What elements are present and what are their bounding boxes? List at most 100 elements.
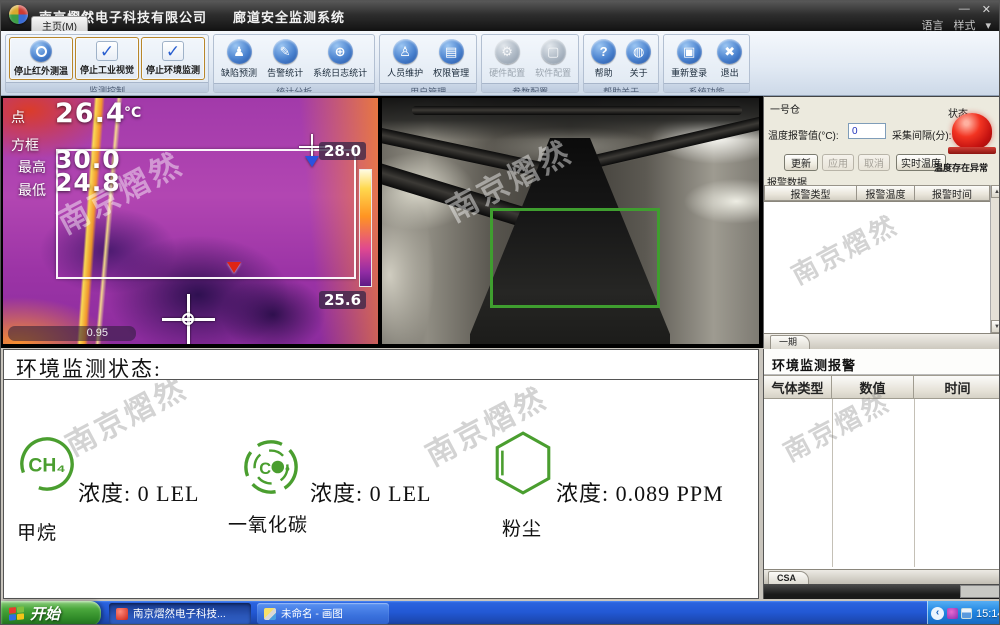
alarm-statistics-button[interactable]: ✎ 告警统计	[263, 37, 307, 81]
csa-tab-strip: CSA	[764, 569, 1000, 584]
taskbar-item-paint[interactable]: 未命名 - 画图	[257, 603, 389, 624]
thermal-camera-feed[interactable]: 南京熠然 点 26.4 °C 方框 最高 30.0 最低 24.8 28.0 2…	[3, 98, 378, 344]
personnel-maintain-button[interactable]: ♙ 人员维护	[383, 37, 427, 81]
alarm-col-time[interactable]: 报警时间	[915, 185, 990, 201]
temp-unit: °C	[124, 105, 141, 121]
help-button[interactable]: ? 帮助	[587, 37, 620, 81]
app-window: 南京熠然电子科技有限公司廊道安全监测系统 — ✕ 语言 样式 ▾ 主页(M) 停…	[0, 0, 1000, 625]
alarm-table-scrollbar[interactable]: ▲ ▼	[990, 185, 1000, 333]
resize-grip[interactable]	[960, 585, 1000, 598]
temp-alarm-input[interactable]	[848, 123, 886, 139]
alarm-lamp-base	[948, 147, 996, 154]
max-label: 最高	[18, 157, 46, 177]
tray-monitor-icon[interactable]	[961, 608, 972, 619]
svg-text:C: C	[259, 460, 271, 478]
ribbon-group-parameter-config: ⚙ 硬件配置 ▢ 软件配置 参数配置	[481, 34, 579, 93]
point-temp-value: 26.4	[55, 98, 126, 129]
alarm-lamp-icon	[952, 113, 992, 149]
paint-task-icon	[264, 608, 276, 620]
stop-infrared-button[interactable]: 停止红外测温	[9, 37, 73, 80]
group-label: 用户管理	[380, 83, 476, 93]
taskbar-clock: 15:14	[976, 608, 1000, 620]
permission-manage-button[interactable]: ▤ 权限管理	[429, 37, 473, 81]
point-label: 点	[11, 107, 25, 127]
env-alarm-title: 环境监测报警	[764, 349, 1000, 375]
bin-title: 一号仓	[770, 101, 800, 116]
taskbar-item-app[interactable]: 南京熠然电子科技...	[109, 603, 251, 624]
infrared-camera-icon	[30, 40, 52, 62]
ribbon-group-statistics: ♟ 缺陷预测 ✎ 告警统计 ⊕ 系统日志统计 统计分析	[213, 34, 375, 93]
env-alarm-panel: 环境监测报警 气体类型 数值 时间 南京熠然 CSA	[763, 349, 1000, 599]
scroll-up-icon[interactable]: ▲	[991, 185, 1000, 198]
pipe-overlay	[578, 114, 759, 172]
relogin-button[interactable]: ▣ 重新登录	[667, 37, 711, 81]
apply-button[interactable]: 应用	[822, 154, 854, 171]
exit-button[interactable]: ✖ 退出	[713, 37, 746, 81]
check-icon: ✓	[162, 41, 184, 61]
close-button[interactable]: ✕	[982, 3, 991, 16]
help-icon: ?	[591, 39, 616, 64]
syslog-statistics-icon: ⊕	[328, 39, 353, 64]
scroll-down-icon[interactable]: ▼	[991, 320, 1000, 333]
alarm-col-type[interactable]: 报警类型	[764, 185, 857, 201]
about-button[interactable]: ◍ 关于	[622, 37, 655, 81]
env-status-panel: 环境监测状态: 南京熠然 南京熠然 CH₄ 浓度: 0 LEL 甲烷 C	[3, 349, 759, 599]
time-col[interactable]: 时间	[914, 375, 1000, 399]
defect-prediction-icon: ♟	[227, 39, 252, 64]
methane-name: 甲烷	[17, 518, 57, 545]
ribbon: 停止红外测温 ✓ 停止工业视觉 ✓ 停止环境监测 监测控制 ♟ 缺陷预测	[1, 31, 1000, 96]
hardware-config-button[interactable]: ⚙ 硬件配置	[485, 37, 529, 81]
tray-app-icon[interactable]	[947, 608, 958, 619]
cctv-camera-feed[interactable]: 南京熠然	[382, 98, 759, 344]
alarm-table-body[interactable]: 南京熠然	[764, 201, 990, 333]
tab-phase-one[interactable]: 一期	[770, 335, 810, 349]
ribbon-group-system-functions: ▣ 重新登录 ✖ 退出 系统功能	[663, 34, 750, 93]
update-button[interactable]: 更新	[784, 154, 818, 171]
minimize-button[interactable]: —	[959, 3, 970, 16]
dust-name: 粉尘	[502, 514, 542, 541]
stop-env-monitor-button[interactable]: ✓ 停止环境监测	[141, 37, 205, 80]
methane-reading: 浓度: 0 LEL	[78, 476, 199, 508]
ribbon-group-monitor-control: 停止红外测温 ✓ 停止工业视觉 ✓ 停止环境监测 监测控制	[5, 34, 209, 93]
syslog-statistics-button[interactable]: ⊕ 系统日志统计	[309, 37, 371, 81]
watermark: 南京熠然	[56, 380, 193, 464]
defect-prediction-button[interactable]: ♟ 缺陷预测	[217, 37, 261, 81]
tab-home[interactable]: 主页(M)	[31, 16, 88, 31]
temp-alarm-label: 温度报警值(°C):	[768, 127, 839, 142]
group-label: 统计分析	[214, 83, 374, 93]
title-bar: 南京熠然电子科技有限公司廊道安全监测系统 — ✕ 语言 样式 ▾ 主页(M)	[1, 1, 1000, 31]
group-label: 监测控制	[6, 82, 208, 93]
tray-collapse-icon[interactable]: ‹	[931, 607, 944, 620]
app-logo-icon	[9, 5, 28, 24]
tab-csa[interactable]: CSA	[768, 571, 809, 584]
carbon-monoxide-reading: 浓度: 0 LEL	[310, 476, 431, 508]
gas-type-col[interactable]: 气体类型	[764, 375, 832, 399]
env-status-title: 环境监测状态:	[3, 349, 759, 380]
cancel-button[interactable]: 取消	[858, 154, 890, 171]
software-config-button[interactable]: ▢ 软件配置	[531, 37, 575, 81]
svg-text:CH₄: CH₄	[28, 456, 65, 477]
column-divider	[914, 399, 915, 567]
taskbar: 开始 南京熠然电子科技... 未命名 - 画图 ‹ 15:14	[1, 601, 1000, 625]
max-temp-marker-icon	[305, 156, 319, 167]
carbon-monoxide-icon: C	[242, 438, 300, 496]
exit-icon: ✖	[717, 39, 742, 64]
chevron-down-icon[interactable]: ▾	[985, 19, 991, 32]
detection-box	[490, 208, 660, 308]
dust-icon	[492, 430, 554, 496]
stop-vision-button[interactable]: ✓ 停止工业视觉	[75, 37, 139, 80]
dust-reading: 浓度: 0.089 PPM	[556, 476, 724, 508]
min-label: 最低	[18, 180, 46, 200]
interval-label: 采集间隔(分):	[892, 127, 951, 142]
temperature-scale-bar	[359, 169, 372, 287]
system-tray: ‹ 15:14	[927, 601, 1000, 625]
box-label: 方框	[11, 135, 39, 155]
alarm-statistics-icon: ✎	[273, 39, 298, 64]
hardware-config-icon: ⚙	[495, 39, 520, 64]
start-button[interactable]: 开始	[1, 601, 101, 625]
alarm-col-temp[interactable]: 报警温度	[857, 185, 915, 201]
value-col[interactable]: 数值	[832, 375, 914, 399]
group-label: 帮助关于	[584, 83, 658, 93]
permission-icon: ▤	[439, 39, 464, 64]
min-temp-value: 24.8	[55, 168, 121, 197]
